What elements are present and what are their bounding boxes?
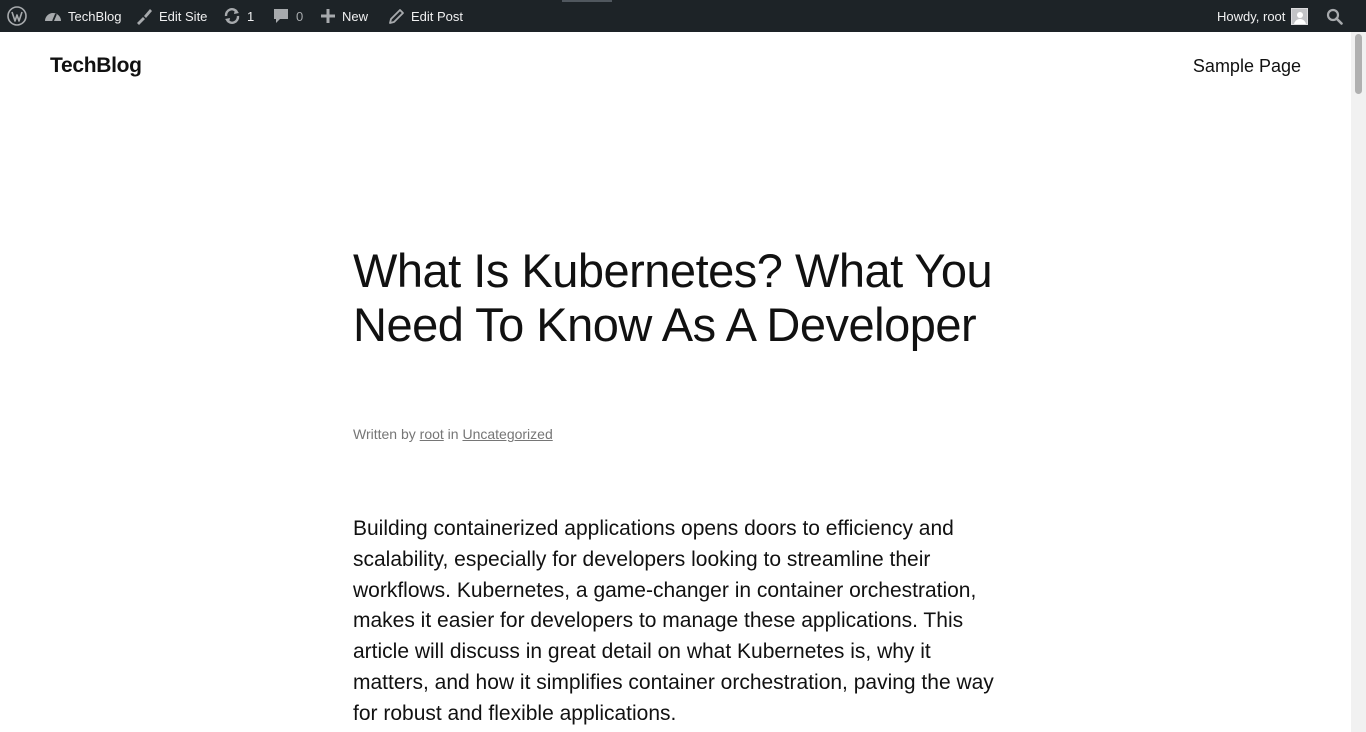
search-icon xyxy=(1326,8,1343,25)
brush-icon xyxy=(135,7,153,25)
page-scrollbar[interactable] xyxy=(1351,32,1366,732)
post-intro-paragraph: Building containerized applications open… xyxy=(353,517,994,725)
search-button[interactable] xyxy=(1326,0,1343,32)
edit-site-label: Edit Site xyxy=(159,8,208,24)
plus-icon xyxy=(320,8,336,24)
updates-count: 1 xyxy=(247,8,255,24)
written-by-label: Written by xyxy=(353,426,416,442)
site-name-label: TechBlog xyxy=(68,8,122,24)
howdy-label: Howdy, root xyxy=(1217,8,1286,24)
post-meta: Written by root in Uncategorized xyxy=(353,426,553,442)
admin-bar: TechBlog Edit Site 1 0 New Edit Post How… xyxy=(0,0,1366,32)
author-link[interactable]: root xyxy=(420,426,444,442)
wordpress-logo-icon xyxy=(7,6,27,26)
new-label: New xyxy=(342,8,369,24)
admin-bar-indicator xyxy=(562,0,612,2)
in-label: in xyxy=(447,426,459,442)
comments-button[interactable]: 0 xyxy=(272,0,303,32)
scrollbar-thumb[interactable] xyxy=(1355,34,1362,94)
account-menu[interactable]: Howdy, root xyxy=(1217,0,1309,32)
comment-icon xyxy=(272,7,290,25)
edit-post-button[interactable]: Edit Post xyxy=(388,0,463,32)
site-name-menu[interactable]: TechBlog xyxy=(44,0,121,32)
new-content-button[interactable]: New xyxy=(320,0,368,32)
category-link[interactable]: Uncategorized xyxy=(462,426,552,442)
comments-count: 0 xyxy=(296,8,304,24)
nav-item-sample-page[interactable]: Sample Page xyxy=(1193,56,1301,77)
dashboard-icon xyxy=(44,8,62,24)
wordpress-menu[interactable] xyxy=(7,0,27,32)
edit-site-button[interactable]: Edit Site xyxy=(135,0,207,32)
edit-post-label: Edit Post xyxy=(411,8,464,24)
pencil-icon xyxy=(388,8,405,25)
updates-button[interactable]: 1 xyxy=(223,0,254,32)
post-title: What Is Kubernetes? What You Need To Kno… xyxy=(353,244,993,351)
refresh-icon xyxy=(223,7,241,25)
avatar xyxy=(1291,7,1309,25)
site-title[interactable]: TechBlog xyxy=(50,54,142,78)
